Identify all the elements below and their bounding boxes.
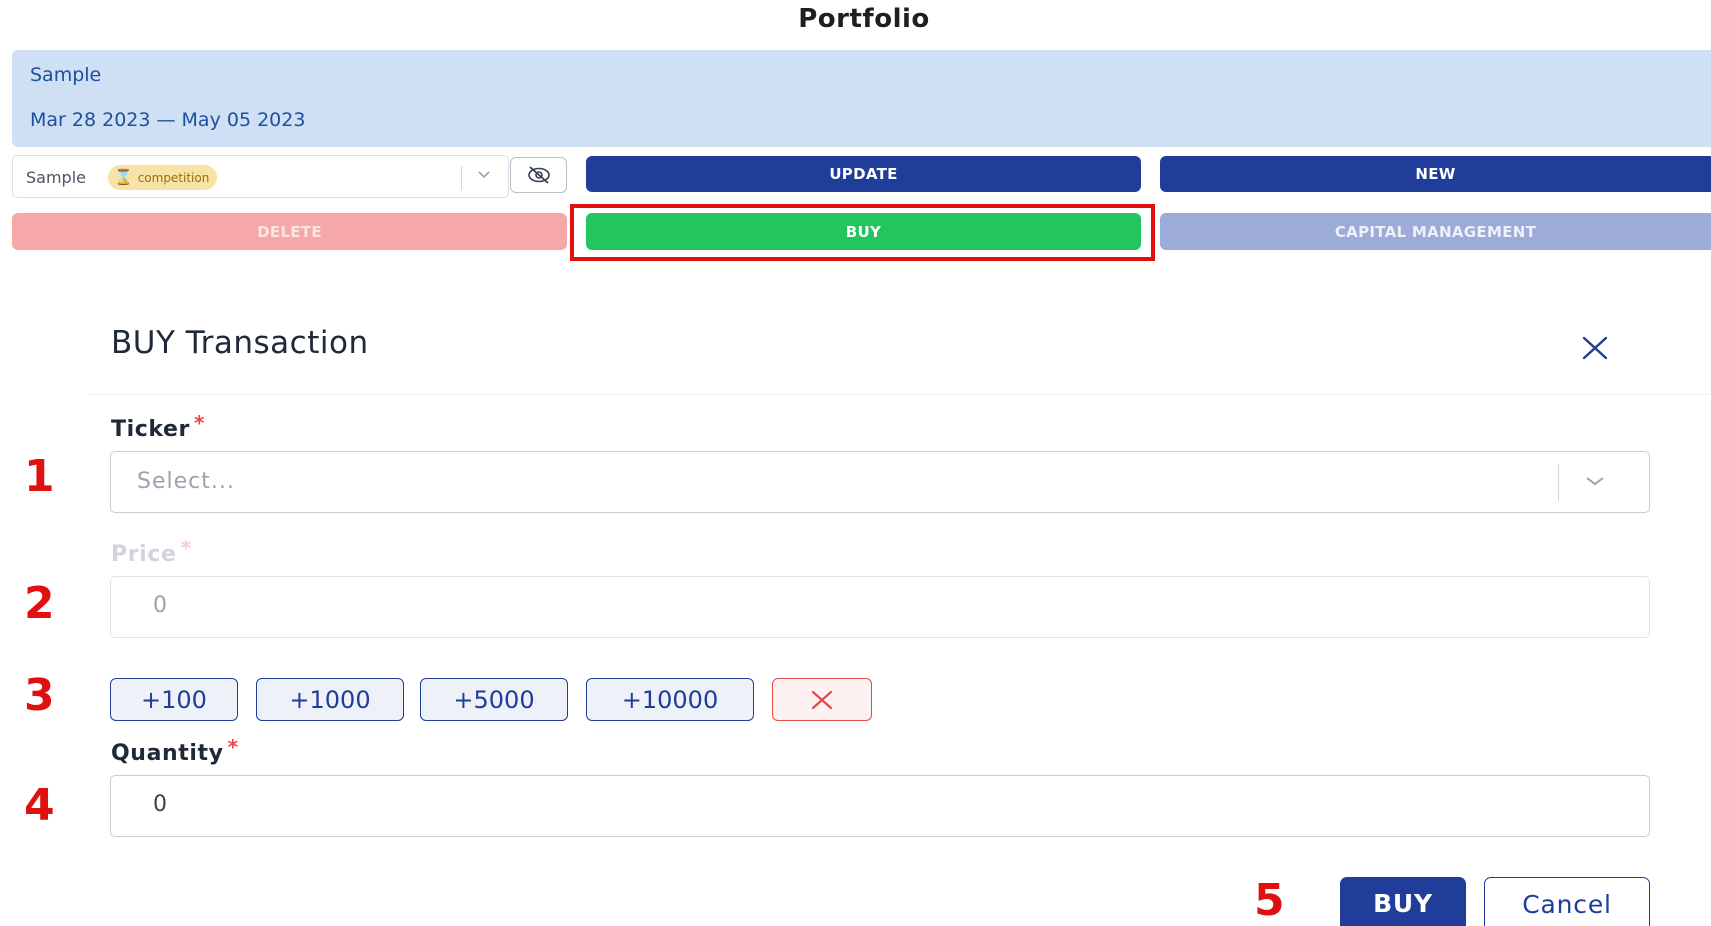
cancel-button[interactable]: Cancel: [1484, 877, 1650, 926]
portfolio-name: Sample: [30, 64, 102, 86]
quantity-label: Quantity *: [111, 735, 239, 766]
delete-button[interactable]: DELETE: [12, 213, 567, 250]
close-icon: [811, 690, 833, 709]
quantity-input[interactable]: 0: [110, 775, 1650, 837]
ticker-select[interactable]: Select...: [110, 451, 1650, 513]
portfolio-select-value: Sample: [26, 168, 86, 187]
ticker-label: Ticker *: [111, 411, 205, 442]
hide-portfolio-button[interactable]: [510, 157, 567, 193]
ticker-select-placeholder: Select...: [137, 469, 235, 494]
select-separator: [461, 166, 462, 190]
quantity-label-text: Quantity: [111, 741, 224, 766]
price-label: Price *: [111, 536, 192, 567]
required-mark: *: [227, 735, 239, 759]
select-separator: [1558, 464, 1559, 501]
price-input-value: 0: [153, 593, 167, 618]
quantity-input-value: 0: [153, 792, 167, 817]
competition-badge: ⌛ competition: [108, 165, 218, 190]
new-portfolio-button[interactable]: NEW: [1160, 156, 1711, 192]
ticker-label-text: Ticker: [111, 417, 190, 442]
capital-management-button[interactable]: CAPITAL MANAGEMENT: [1160, 213, 1711, 250]
competition-badge-label: competition: [137, 170, 210, 185]
annotation-step-5: 5: [1254, 875, 1285, 926]
portfolio-select[interactable]: Sample ⌛ competition: [12, 155, 509, 198]
add-5000-button[interactable]: +5000: [420, 678, 568, 721]
annotation-step-3: 3: [24, 670, 55, 721]
required-mark: *: [194, 411, 206, 435]
annotation-step-4: 4: [24, 780, 55, 831]
hourglass-icon: ⌛: [114, 168, 133, 186]
price-input[interactable]: 0: [110, 576, 1650, 638]
add-100-button[interactable]: +100: [110, 678, 238, 721]
submit-buy-button[interactable]: BUY: [1340, 877, 1466, 926]
buy-button-highlight: [570, 204, 1155, 261]
modal-title: BUY Transaction: [111, 325, 369, 361]
add-10000-button[interactable]: +10000: [586, 678, 754, 721]
annotation-step-2: 2: [24, 578, 55, 629]
update-button[interactable]: UPDATE: [586, 156, 1141, 192]
required-mark: *: [180, 536, 192, 560]
close-icon[interactable]: [1577, 329, 1613, 365]
chevron-down-icon[interactable]: [476, 166, 492, 186]
clear-price-button[interactable]: [772, 678, 872, 721]
modal-divider: [88, 394, 1711, 395]
price-label-text: Price: [111, 542, 177, 567]
add-1000-button[interactable]: +1000: [256, 678, 404, 721]
chevron-down-icon[interactable]: [1581, 467, 1609, 495]
portfolio-info-card: Sample Mar 28 2023 — May 05 2023: [12, 50, 1711, 147]
annotation-step-1: 1: [24, 451, 55, 502]
eye-slash-icon: [527, 166, 550, 184]
portfolio-date-range: Mar 28 2023 — May 05 2023: [30, 109, 306, 131]
page-title: Portfolio: [798, 4, 930, 34]
